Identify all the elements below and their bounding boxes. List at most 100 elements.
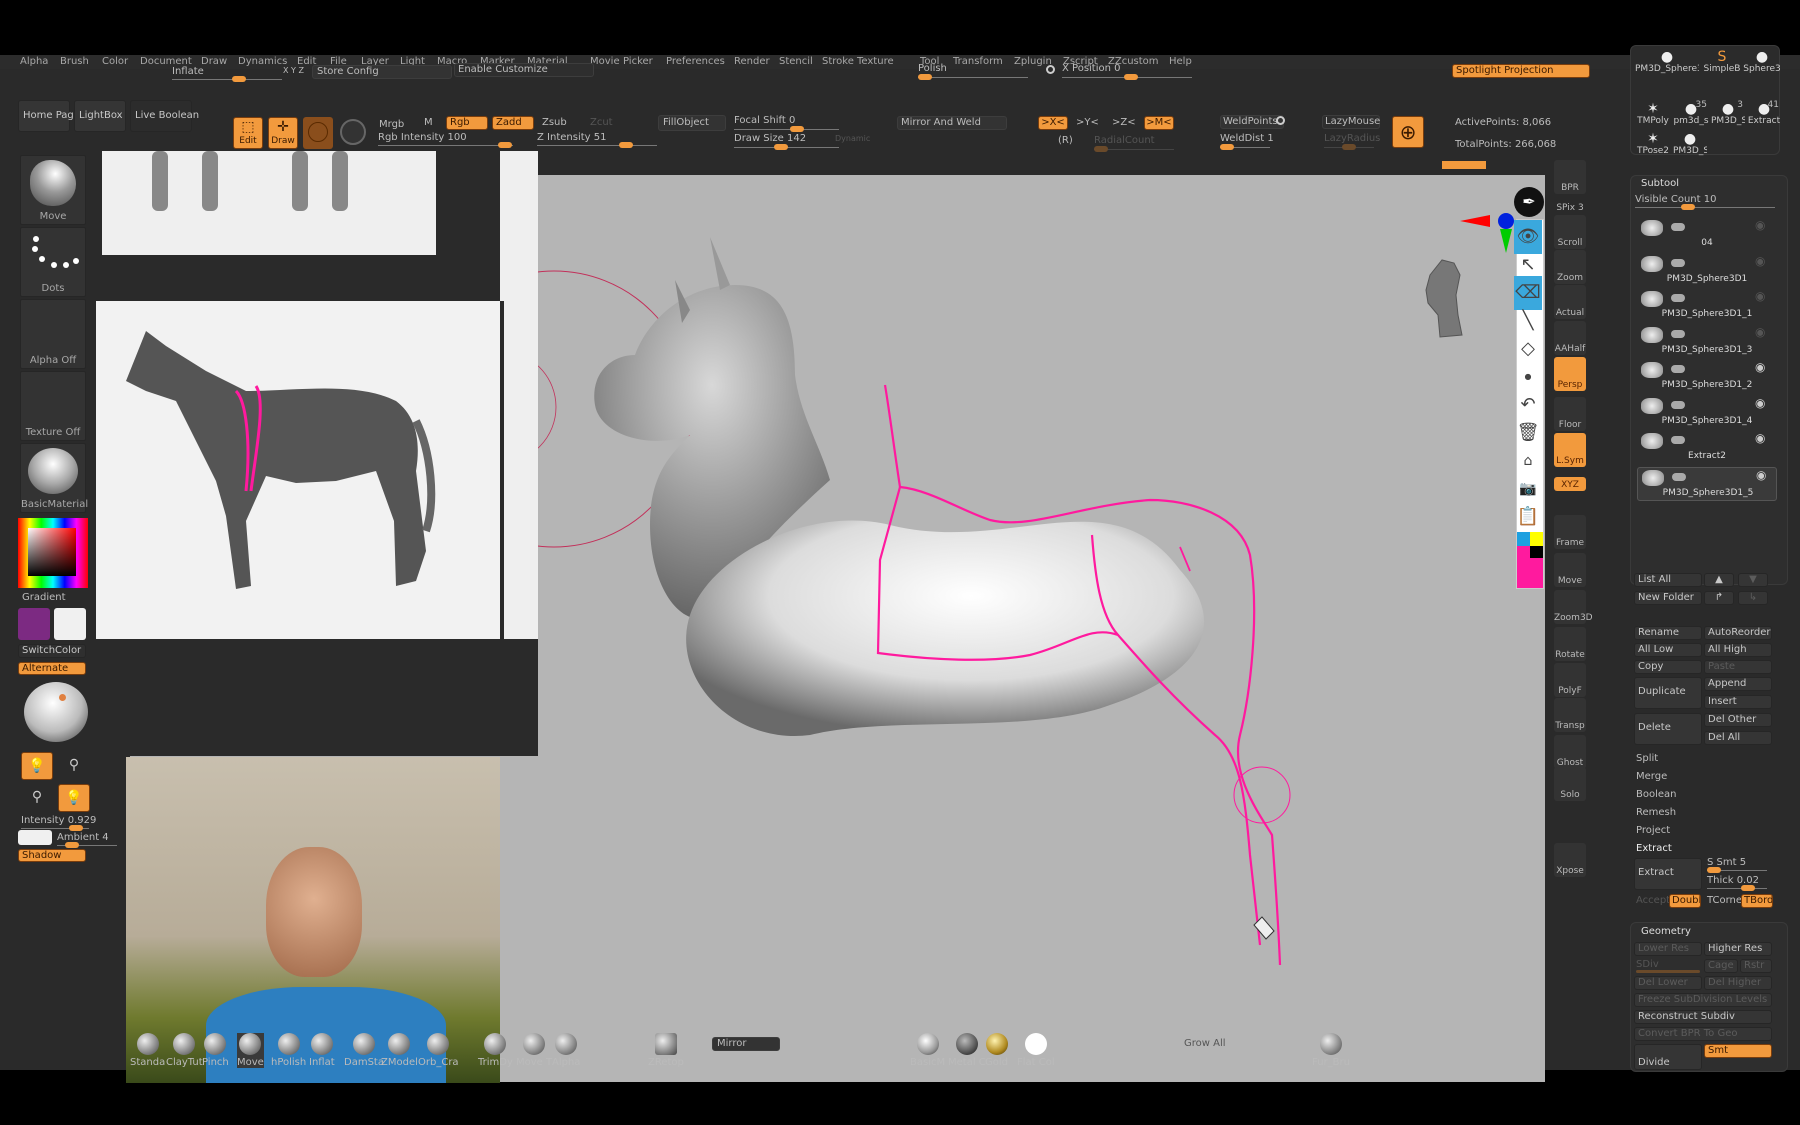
- shadow-button[interactable]: Shadow: [18, 849, 86, 862]
- freeze-subdivision-button[interactable]: Freeze SubDivision Levels: [1634, 993, 1772, 1007]
- subtool-toggle-icon[interactable]: [1672, 472, 1686, 481]
- mirror-x-button[interactable]: >X<: [1038, 116, 1068, 130]
- extract-button[interactable]: Extract: [1634, 858, 1702, 890]
- move-down-arrow-icon[interactable]: ▼: [1738, 573, 1768, 587]
- shelf-zoom[interactable]: Zoom: [1554, 250, 1586, 284]
- folder-out-arrow-icon[interactable]: ↳: [1738, 591, 1768, 605]
- del-all-button[interactable]: Del All: [1704, 731, 1772, 745]
- subtool-toggle-icon[interactable]: [1671, 400, 1685, 409]
- reference-image-hooves[interactable]: [102, 151, 436, 255]
- weld-points-toggle[interactable]: [1276, 116, 1285, 125]
- tool-thumb[interactable]: ✶ TMPoly: [1635, 100, 1671, 130]
- menu-help[interactable]: Help: [1169, 56, 1192, 67]
- shelf-ghost[interactable]: Ghost: [1554, 735, 1586, 769]
- material-slot[interactable]: BasicMaterial: [20, 443, 88, 513]
- rename-button[interactable]: Rename: [1634, 626, 1702, 640]
- shelf-xyz[interactable]: XYZ: [1554, 477, 1586, 491]
- brush-trimdy[interactable]: TrimDy: [478, 1033, 513, 1068]
- del-higher-button[interactable]: Del Higher: [1704, 976, 1772, 990]
- tool-thumb[interactable]: ● PM3D_Sphere3: [1635, 48, 1699, 98]
- shelf-scroll[interactable]: Scroll: [1554, 215, 1586, 249]
- shelf-solo[interactable]: Solo: [1554, 767, 1586, 801]
- switch-color-button[interactable]: SwitchColor: [18, 644, 86, 658]
- subtool-toggle-icon[interactable]: [1671, 223, 1685, 231]
- rstr-button[interactable]: Rstr: [1740, 959, 1772, 973]
- mirror-z-button[interactable]: >Z<: [1112, 117, 1136, 128]
- menu-dynamics[interactable]: Dynamics: [238, 56, 287, 67]
- merge-section[interactable]: Merge: [1636, 771, 1667, 782]
- brush-hpolish[interactable]: hPolish: [271, 1033, 306, 1068]
- lower-res-button[interactable]: Lower Res: [1634, 942, 1702, 956]
- color-saturation-square[interactable]: [28, 528, 76, 576]
- rgb-button[interactable]: Rgb: [446, 116, 488, 130]
- tool-thumb[interactable]: ● 35 pm3d_s: [1673, 100, 1709, 130]
- lazy-mouse-button[interactable]: LazyMouse: [1322, 115, 1380, 129]
- shelf-aahalf[interactable]: AAHalf: [1554, 321, 1586, 355]
- m-button[interactable]: M: [424, 117, 433, 128]
- subtool-item[interactable]: ◉ PM3D_Sphere3D1_2: [1637, 360, 1777, 394]
- all-low-button[interactable]: All Low: [1634, 643, 1702, 657]
- subtool-title[interactable]: Subtool: [1641, 178, 1679, 189]
- secondary-color-swatch[interactable]: [54, 608, 86, 640]
- store-config-button[interactable]: Store Config: [312, 65, 452, 79]
- shelf-zoom3d[interactable]: Zoom3D: [1554, 590, 1593, 624]
- subtool-toggle-icon[interactable]: [1671, 258, 1685, 267]
- edit-button[interactable]: ⬚ Edit: [233, 117, 263, 149]
- shelf-frame[interactable]: Frame: [1554, 515, 1586, 549]
- shelf-xpose[interactable]: Xpose: [1554, 843, 1586, 877]
- reconstruct-subdiv-button[interactable]: Reconstruct Subdiv: [1634, 1010, 1772, 1024]
- visibility-eye-icon[interactable]: ◉: [1755, 431, 1765, 445]
- menu-render[interactable]: Render: [734, 56, 770, 67]
- alternate-button[interactable]: Alternate: [18, 662, 86, 675]
- subtool-item[interactable]: ◉ PM3D_Sphere3D1_1: [1637, 289, 1777, 323]
- light-position-handle[interactable]: [59, 694, 66, 701]
- alpha-slot[interactable]: Alpha Off: [20, 299, 86, 369]
- shelf-spix-3[interactable]: SPix 3: [1554, 200, 1586, 214]
- project-section[interactable]: Project: [1636, 825, 1670, 836]
- xyz-toggle[interactable]: X Y Z: [283, 66, 304, 75]
- z-intensity-slider[interactable]: [537, 142, 657, 148]
- visibility-eye-icon[interactable]: ◉: [1755, 396, 1765, 410]
- x-position-slider[interactable]: [1062, 74, 1192, 80]
- remesh-section[interactable]: Remesh: [1636, 807, 1676, 818]
- zretop-button[interactable]: ZRetop: [648, 1033, 684, 1068]
- move-mode-button[interactable]: [303, 117, 333, 149]
- shelf-l-sym[interactable]: L.Sym: [1554, 433, 1586, 467]
- weld-dist-slider[interactable]: [1220, 144, 1270, 150]
- higher-res-button[interactable]: Higher Res: [1704, 942, 1772, 956]
- menu-transform[interactable]: Transform: [953, 56, 1003, 67]
- lightbox-button[interactable]: LightBox: [74, 100, 126, 132]
- mirror-m-button[interactable]: >M<: [1144, 116, 1174, 130]
- brush-zmodel[interactable]: ZModel: [381, 1033, 418, 1068]
- texture-slot[interactable]: Texture Off: [20, 371, 86, 441]
- fill-object-button[interactable]: FillObject: [658, 115, 726, 131]
- tcorner-toggle[interactable]: TCorne: [1707, 895, 1742, 906]
- sdiv-slider[interactable]: [1636, 970, 1700, 973]
- reference-panel[interactable]: [96, 151, 538, 756]
- tool-thumb[interactable]: S SimpleB: [1703, 48, 1741, 98]
- subtool-toggle-icon[interactable]: [1671, 436, 1685, 444]
- shelf-move[interactable]: Move: [1554, 553, 1586, 587]
- brush-orb-cra[interactable]: Orb_Cra: [418, 1033, 459, 1068]
- ambient-slider[interactable]: [57, 842, 117, 848]
- light-bulb-2-icon[interactable]: ⚲: [58, 752, 90, 780]
- visibility-eye-icon[interactable]: ◉: [1755, 325, 1765, 339]
- polish-toggle[interactable]: [1046, 65, 1055, 74]
- tborder-toggle[interactable]: TBord: [1741, 894, 1773, 908]
- radial-r-button[interactable]: (R): [1058, 135, 1073, 146]
- brush-standa[interactable]: Standa: [130, 1033, 165, 1068]
- color-picker[interactable]: [18, 518, 88, 588]
- zcut-button[interactable]: Zcut: [590, 117, 613, 128]
- mrgb-button[interactable]: Mrgb: [379, 119, 404, 130]
- menu-zplugin[interactable]: Zplugin: [1014, 56, 1052, 67]
- convert-bpr-button[interactable]: Convert BPR To Geo: [1634, 1027, 1772, 1041]
- material-metal-c[interactable]: Metal C: [948, 1033, 986, 1068]
- paste-button[interactable]: Paste: [1704, 660, 1772, 674]
- color-palette-swatch[interactable]: [1517, 532, 1543, 588]
- mirror-button[interactable]: Mirror: [712, 1037, 780, 1051]
- intensity-slider[interactable]: [21, 825, 89, 831]
- shelf-bpr[interactable]: BPR: [1554, 160, 1586, 194]
- menu-preferences[interactable]: Preferences: [666, 56, 725, 67]
- brush-claytut[interactable]: ClayTut: [166, 1033, 203, 1068]
- list-all-button[interactable]: List All: [1634, 573, 1702, 587]
